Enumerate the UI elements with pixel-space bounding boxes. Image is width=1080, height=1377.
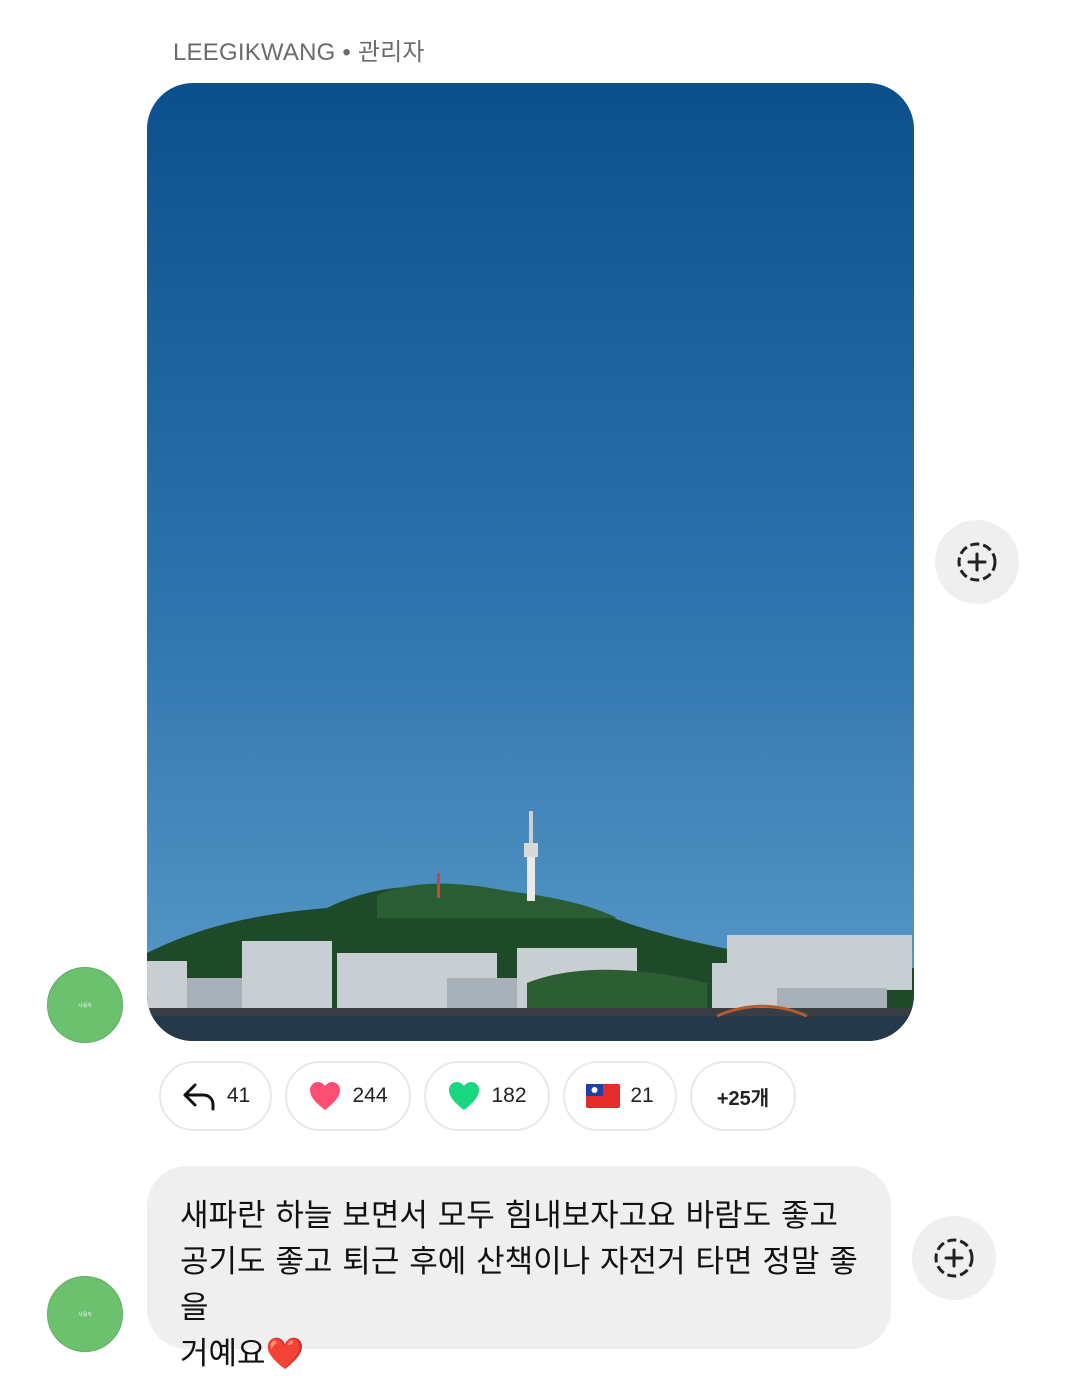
add-reaction-button[interactable] — [935, 520, 1019, 604]
avatar-2[interactable]: 사용자 — [47, 1276, 123, 1352]
photo-attachment[interactable] — [147, 83, 914, 1041]
more-reactions-chip[interactable]: +25개 — [690, 1061, 796, 1131]
message-line-1: 새파란 하늘 보면서 모두 힘내보자고요 바람도 좋고 — [180, 1198, 839, 1234]
text-message-bubble[interactable]: 새파란 하늘 보면서 모두 힘내보자고요 바람도 좋고 공기도 좋고 퇴근 후에… — [147, 1166, 891, 1372]
avatar-label: 사용자 — [78, 1002, 92, 1009]
message-line-3: 거예요❤️ — [180, 1331, 861, 1377]
reaction-chip-red-heart[interactable]: 244 — [285, 1061, 411, 1131]
add-reaction-icon — [934, 1238, 974, 1278]
red-heart-count: 244 — [352, 1084, 388, 1107]
avatar[interactable]: 사용자 — [47, 967, 123, 1043]
heart-emoji-icon: ❤️ — [265, 1336, 305, 1372]
green-heart-count: 182 — [491, 1084, 527, 1107]
avatar-label-2: 사용자 — [78, 1311, 92, 1318]
sender-line: LEEGIKWANG • 관리자 — [173, 32, 425, 67]
taiwan-flag-icon — [586, 1084, 621, 1108]
reaction-chip-green-heart[interactable]: 182 — [424, 1061, 550, 1131]
reply-count: 41 — [226, 1084, 251, 1107]
reaction-bar: 41 244 182 21 +25개 — [159, 1061, 796, 1133]
reaction-chip-taiwan-flag[interactable]: 21 — [563, 1061, 677, 1131]
sender-separator: • — [335, 39, 358, 66]
photo-image — [147, 83, 914, 1041]
reply-chip[interactable]: 41 — [159, 1061, 272, 1131]
message-line-2: 공기도 좋고 퇴근 후에 산책이나 자전거 타면 정말 좋을 — [180, 1244, 858, 1326]
red-heart-icon — [310, 1082, 341, 1110]
sender-name: LEEGIKWANG — [173, 39, 336, 66]
reply-arrow-icon — [183, 1083, 215, 1111]
green-heart-icon — [449, 1082, 480, 1110]
more-reactions-label: +25개 — [716, 1087, 770, 1110]
taiwan-flag-count: 21 — [630, 1084, 654, 1107]
add-reaction-icon — [957, 542, 997, 582]
sender-role: 관리자 — [357, 39, 425, 66]
message-line-3-text: 거예요 — [180, 1336, 266, 1372]
add-reaction-button-2[interactable] — [912, 1216, 996, 1300]
